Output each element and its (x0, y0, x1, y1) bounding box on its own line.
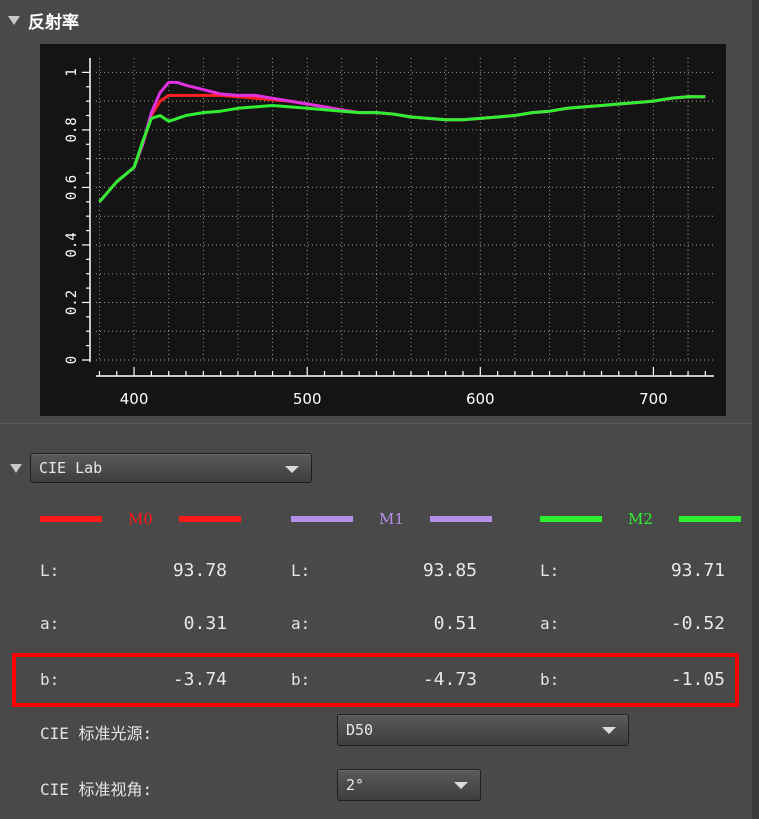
a-label-m0: a: (40, 614, 60, 633)
color-measurement-panel: 反射率 0 0.2 0.4 0.6 0.8 1 400 500 600 700 CIE Lab M… (0, 0, 753, 819)
l-value-m1: 93.85 (422, 560, 477, 581)
a-label-m1: a: (291, 614, 311, 633)
color-space-select-value: CIE Lab (39, 459, 103, 477)
illuminant-select[interactable]: D50 (337, 714, 629, 746)
legend-m2: M2 (540, 510, 741, 528)
x-tick-label: 400 (120, 390, 149, 408)
l-label-m1: L: (291, 561, 311, 580)
legend-line-m1 (429, 516, 492, 522)
legend-line-m1 (291, 516, 353, 522)
section-divider (0, 423, 752, 424)
y-tick-label: 0 (64, 356, 80, 364)
b-row-highlight-box (12, 653, 739, 707)
illuminant-label: CIE 标准光源: (40, 724, 153, 743)
legend-label-m1: M1 (379, 510, 404, 528)
a-value-m0: 0.31 (183, 613, 227, 634)
reflectance-title: 反射率 (28, 12, 79, 33)
legend-line-m2 (678, 516, 741, 522)
y-tick-label: 0.6 (64, 175, 80, 200)
observer-label: CIE 标准视角: (40, 780, 153, 799)
y-tick-label: 1 (64, 68, 80, 76)
a-label-m2: a: (540, 614, 560, 633)
color-space-select[interactable]: CIE Lab (30, 453, 312, 483)
illuminant-select-value: D50 (346, 721, 374, 739)
legend-line-m0 (40, 516, 102, 522)
reflectance-chart-svg: 0 0.2 0.4 0.6 0.8 1 400 500 600 700 (64, 58, 714, 408)
reflectance-section-header[interactable]: 反射率 (8, 8, 79, 33)
l-value-m0: 93.78 (172, 560, 227, 581)
l-label-m2: L: (540, 561, 560, 580)
legend-label-m2: M2 (628, 510, 653, 528)
y-tick-label: 0.8 (64, 117, 80, 142)
a-value-m2: -0.52 (670, 613, 725, 634)
x-tick-label: 600 (466, 390, 495, 408)
observer-select[interactable]: 2° (337, 769, 481, 801)
chevron-down-icon (285, 466, 299, 473)
lab-section-header: CIE Lab (10, 452, 312, 484)
chevron-down-icon (602, 727, 616, 734)
chevron-down-icon (454, 782, 468, 789)
x-tick-label: 500 (293, 390, 322, 408)
legend-line-m0 (178, 516, 241, 522)
legend-m0: M0 (40, 510, 241, 528)
collapse-triangle-icon[interactable] (10, 463, 22, 473)
series-line-m1 (98, 80, 706, 203)
legend-m1: M1 (291, 510, 492, 528)
x-tick-label: 700 (639, 390, 668, 408)
y-tick-label: 0.4 (64, 232, 80, 257)
scrollbar-track[interactable] (752, 0, 759, 819)
series-line-m2 (98, 95, 706, 203)
y-tick-label: 0.2 (64, 290, 80, 315)
collapse-triangle-icon[interactable] (8, 15, 20, 25)
a-value-m1: 0.51 (433, 613, 477, 634)
l-value-m2: 93.71 (670, 560, 725, 581)
series-line-m0 (98, 93, 706, 203)
observer-select-value: 2° (346, 776, 365, 794)
l-label-m0: L: (40, 561, 60, 580)
legend-line-m2 (540, 516, 602, 522)
reflectance-chart: 0 0.2 0.4 0.6 0.8 1 400 500 600 700 (40, 44, 726, 416)
legend-label-m0: M0 (128, 510, 153, 528)
